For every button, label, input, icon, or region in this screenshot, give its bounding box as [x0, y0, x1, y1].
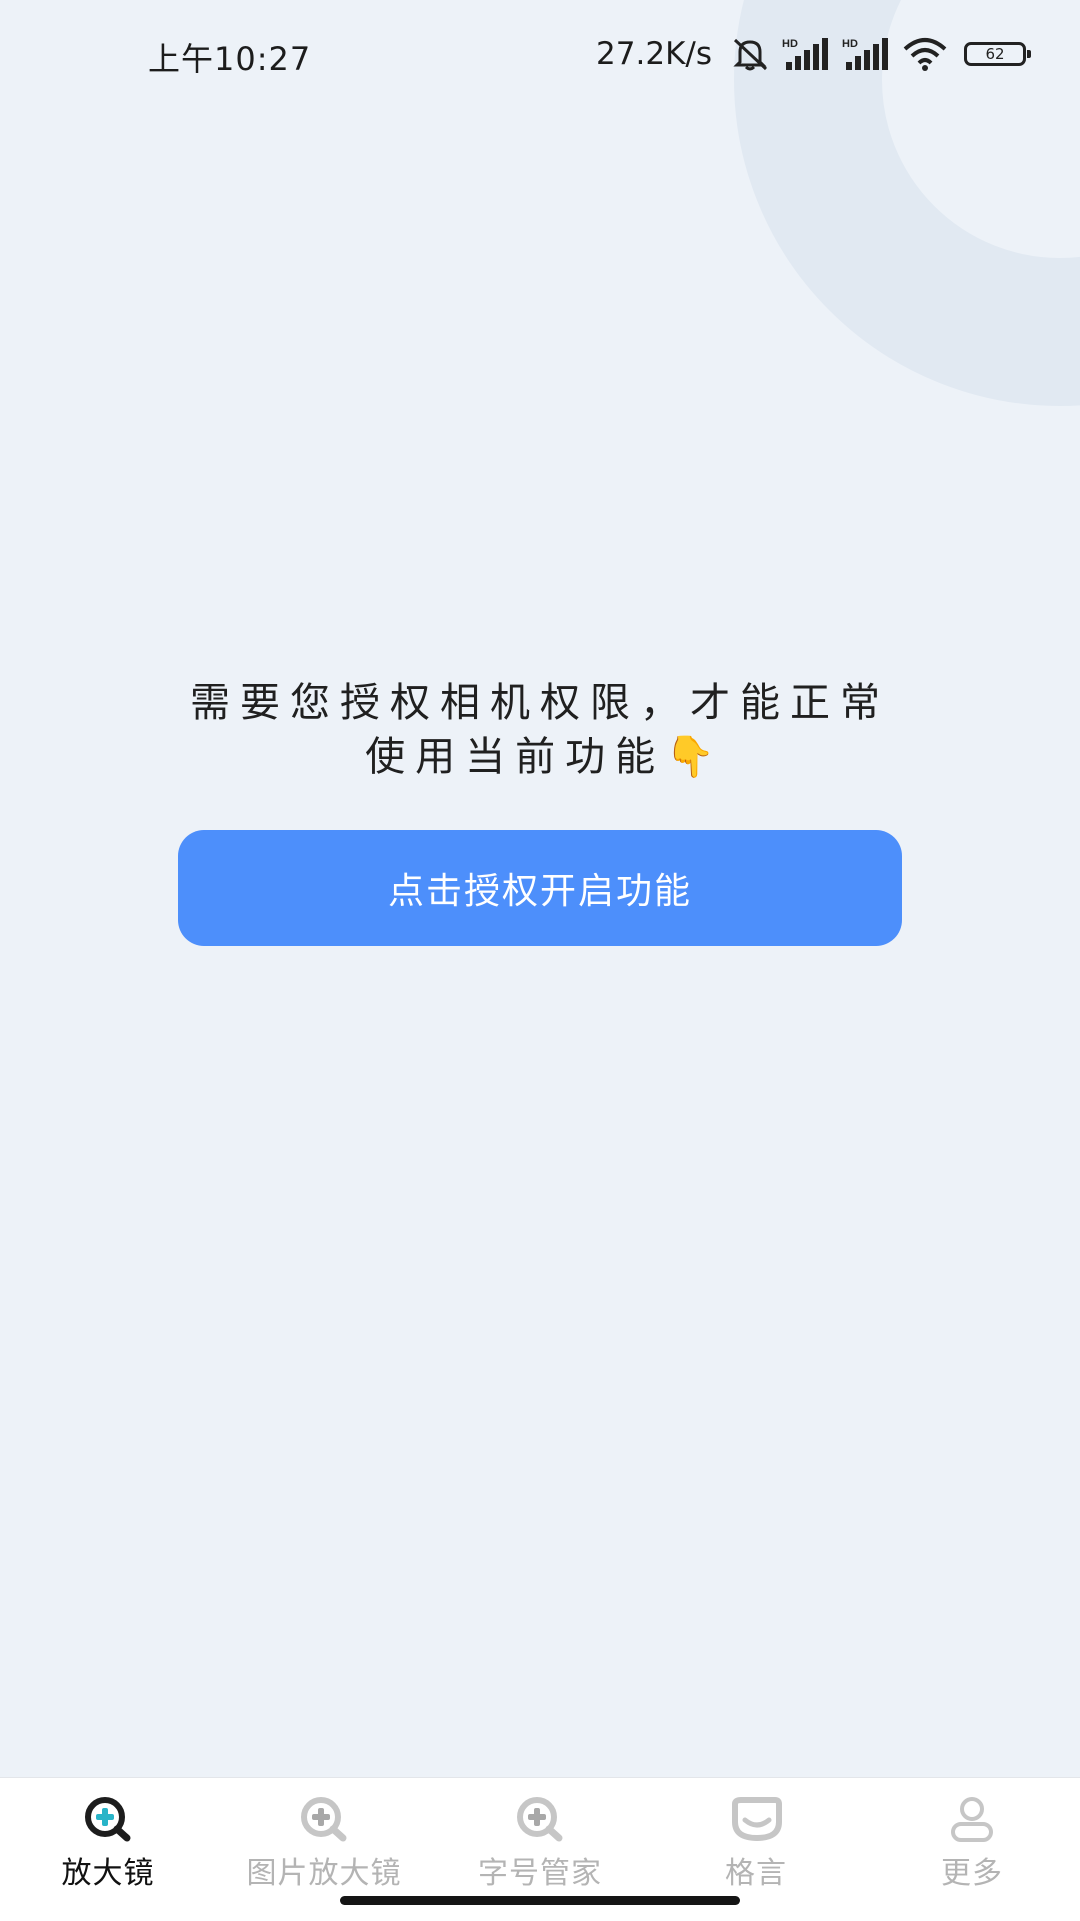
signal-hd-label: HD — [782, 38, 798, 50]
permission-message: 需要您授权相机权限，才能正常 使用当前功能👇 — [120, 676, 960, 784]
status-time: 上午10:27 — [148, 40, 312, 78]
signal-hd-icon: HD — [782, 36, 830, 72]
pointing-down-icon: 👇 — [665, 734, 715, 780]
nav-label: 字号管家 — [478, 1856, 602, 1891]
status-bar: 上午10:27 27.2K/s HD HD 62 — [0, 0, 1080, 110]
permission-message-line1: 需要您授权相机权限，才能正常 — [190, 680, 890, 726]
signal-hd-icon: HD — [842, 36, 890, 72]
nav-item-more[interactable]: 更多 — [864, 1778, 1080, 1921]
permission-message-line2: 使用当前功能 — [365, 734, 666, 780]
battery-icon: 62 — [964, 42, 1031, 66]
nav-label: 图片放大镜 — [246, 1856, 402, 1891]
font-size-magnifier-icon — [510, 1796, 570, 1842]
image-magnifier-icon — [294, 1796, 354, 1842]
home-indicator[interactable] — [340, 1896, 740, 1905]
nav-label: 格言 — [725, 1856, 787, 1891]
magnifier-plus-icon — [78, 1796, 138, 1842]
grant-permission-button[interactable]: 点击授权开启功能 — [178, 830, 902, 946]
quote-bubble-icon — [726, 1796, 786, 1842]
nav-label: 更多 — [941, 1856, 1003, 1891]
signal-hd-label: HD — [842, 38, 858, 50]
person-icon — [942, 1796, 1002, 1842]
nav-label: 放大镜 — [61, 1856, 155, 1891]
status-icons: 27.2K/s HD HD 62 — [596, 32, 1031, 76]
permission-message-line2-wrap: 使用当前功能👇 — [120, 730, 960, 784]
network-speed: 27.2K/s — [596, 36, 712, 72]
mute-icon — [730, 36, 770, 72]
wifi-icon — [902, 37, 948, 71]
nav-item-magnifier[interactable]: 放大镜 — [0, 1778, 216, 1921]
